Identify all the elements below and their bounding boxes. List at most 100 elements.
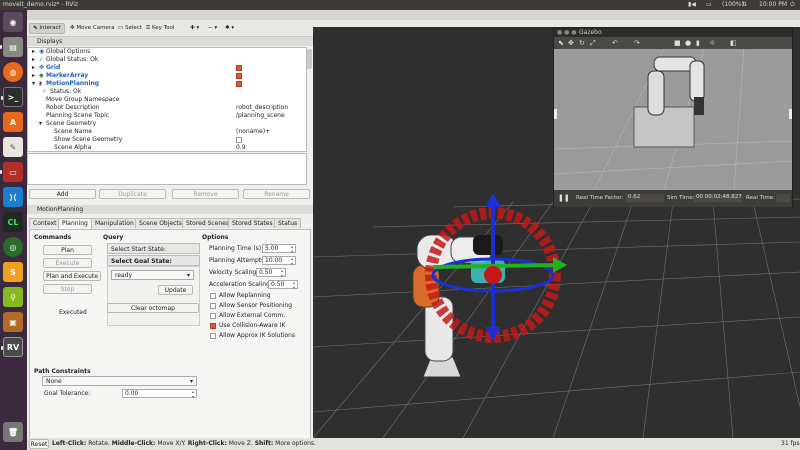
cylinder-shape-icon[interactable]: ▮ [696, 37, 700, 49]
goal-state-section[interactable]: Select Goal State: [107, 255, 200, 266]
execute-button[interactable]: Execute [43, 258, 92, 268]
vscode-icon[interactable]: ⟩⟨ [3, 187, 23, 207]
display-row[interactable]: ▸ ◆ MarkerArray [28, 72, 306, 80]
remove-button[interactable]: Remove [172, 189, 239, 199]
right-panel-handle[interactable] [789, 109, 792, 119]
rename-button[interactable]: Rename [243, 189, 310, 199]
power-icon[interactable]: ⏻ [790, 1, 795, 9]
terminal2-icon[interactable]: ▭ [0, 162, 23, 182]
editor-icon[interactable]: ✎ [3, 137, 23, 157]
plan-and-execute-button[interactable]: Plan and Execute [43, 271, 101, 281]
display-row[interactable]: ▸ ✓ Global Status: Ok [28, 56, 306, 64]
undo-icon[interactable]: ↶ [612, 37, 618, 49]
markerarray-enable-checkbox[interactable] [236, 73, 242, 79]
dash-icon[interactable]: ◉ [3, 12, 23, 32]
gazebo-viewport[interactable] [554, 49, 792, 190]
path-constraints-select[interactable]: None ▾ [42, 376, 197, 386]
acceleration-scaling-spinbox[interactable]: 0.50 [268, 280, 298, 290]
show-scene-geometry-checkbox[interactable] [236, 137, 242, 143]
displays-scrollbar[interactable] [307, 49, 312, 69]
software-icon[interactable]: A [3, 112, 23, 132]
display-row[interactable]: ▸ ✤ Grid [28, 64, 306, 72]
display-row[interactable]: ▾ Scene Geometry [28, 120, 306, 128]
expand-arrow-icon[interactable]: ▸ [32, 64, 35, 72]
sublime-icon[interactable]: S [3, 262, 23, 282]
move-camera-tool[interactable]: ✥ Move Camera [67, 23, 117, 34]
pause-icon[interactable]: ❚❚ [558, 194, 570, 202]
expand-arrow-icon[interactable]: ▸ [32, 72, 35, 80]
globe-icon[interactable]: ◎ [3, 237, 23, 257]
tab-stored-states[interactable]: Stored States [228, 218, 277, 228]
display-row[interactable]: Move Group Namespace [28, 96, 306, 104]
display-row[interactable]: ▾ ◗ MotionPlanning [28, 80, 306, 88]
battery-icon[interactable]: ▭ [706, 1, 712, 8]
trash-icon[interactable]: 🗑 [3, 422, 23, 442]
tab-stored-scenes[interactable]: Stored Scenes [182, 218, 233, 228]
clear-octomap-button[interactable]: Clear octomap [107, 303, 199, 313]
redo-icon[interactable]: ↷ [634, 37, 640, 49]
tab-manipulation[interactable]: Manipulation [91, 218, 138, 228]
allow-replanning-checkbox[interactable] [210, 293, 216, 299]
start-state-section[interactable]: Select Start State: [107, 243, 200, 254]
gazebo-window[interactable]: ● ● ● Gazebo ⬉ ✥ ↻ ⤢ ↶ ↷ ■ ● ▮ ☼ ◧ ❚❚ Re… [553, 27, 793, 207]
velocity-scaling-spinbox[interactable]: 0.50 [256, 268, 286, 278]
stop-button[interactable]: Stop [43, 284, 92, 294]
display-row[interactable]: Show Scene Geometry [28, 136, 306, 144]
tab-planning[interactable]: Planning [58, 218, 92, 229]
planning-attempts-spinbox[interactable]: 10.00 [262, 256, 296, 266]
tab-scene-objects[interactable]: Scene Objects [135, 218, 186, 228]
allow-external-comm-checkbox[interactable] [210, 313, 216, 319]
rotate-icon[interactable]: ↻ [579, 37, 585, 49]
firefox-icon[interactable]: ◍ [3, 62, 23, 82]
select-mode-icon[interactable]: ⬉ [558, 37, 564, 49]
light-icon[interactable]: ☼ [709, 37, 715, 49]
remove-tool-button[interactable]: − ▾ [205, 23, 220, 34]
box-shape-icon[interactable]: ■ [674, 37, 681, 49]
duplicate-button[interactable]: Duplicate [99, 189, 166, 199]
allow-sensor-positioning-checkbox[interactable] [210, 303, 216, 309]
goal-tolerance-spinbox[interactable]: 0.00 [122, 389, 197, 399]
tab-context[interactable]: Context [29, 218, 61, 228]
key-tool[interactable]: ⚿ Key Tool [143, 23, 177, 34]
search-app-icon[interactable]: ⚲ [3, 287, 23, 307]
clock[interactable]: 10:00 PM [759, 1, 787, 8]
expand-arrow-icon[interactable]: ▸ [32, 56, 35, 64]
display-row[interactable]: Scene Name (noname)+ [28, 128, 306, 136]
display-row[interactable]: Scene Alpha 0.9 [28, 144, 306, 151]
display-value[interactable]: robot_description [236, 104, 288, 112]
volume-icon[interactable]: ▮◀ [688, 1, 696, 8]
display-row[interactable]: ✓ Status: Ok [28, 88, 306, 96]
reset-button[interactable]: Reset [29, 439, 49, 449]
grid-enable-checkbox[interactable] [236, 65, 242, 71]
plan-button[interactable]: Plan [43, 245, 92, 255]
clion-icon[interactable]: CL [3, 212, 23, 232]
displays-tree[interactable]: ▸ ◉ Global Options ▸ ✓ Global Status: Ok ▸ ✤ G… [27, 47, 307, 152]
display-row[interactable]: ▸ ◉ Global Options [28, 48, 306, 56]
display-value[interactable]: (noname)+ [236, 128, 270, 136]
display-value[interactable]: 0.9 [236, 144, 246, 151]
goal-state-select[interactable]: ready ▾ [111, 270, 194, 280]
terminal-icon[interactable]: >_ [1, 87, 23, 107]
rviz-icon[interactable]: RV [1, 337, 23, 357]
update-button[interactable]: Update [158, 285, 193, 295]
interact-tool[interactable]: ⬉ Interact [29, 23, 65, 34]
collision-aware-ik-checkbox[interactable] [210, 323, 216, 329]
scale-icon[interactable]: ⤢ [590, 37, 596, 49]
tab-status[interactable]: Status [274, 218, 302, 228]
display-value[interactable]: /planning_scene [236, 112, 285, 120]
tool-options-button[interactable]: ✱ ▾ [222, 23, 237, 34]
motionplanning-enable-checkbox[interactable] [236, 81, 242, 87]
translate-icon[interactable]: ✥ [568, 37, 574, 49]
approx-ik-checkbox[interactable] [210, 333, 216, 339]
left-panel-handle[interactable] [554, 109, 557, 119]
select-tool[interactable]: ▭ Select [115, 23, 145, 34]
add-tool-button[interactable]: ✚ ▾ [187, 23, 202, 34]
expand-arrow-icon[interactable]: ▸ [32, 48, 35, 56]
box-icon[interactable]: ▣ [3, 312, 23, 332]
display-row[interactable]: Robot Description robot_description [28, 104, 306, 112]
files-icon[interactable]: ▤ [0, 37, 23, 57]
window-controls-icon[interactable]: ● ● ● [557, 28, 577, 37]
network-icon[interactable]: ⇅ [742, 1, 747, 8]
camera-icon[interactable]: ◧ [730, 37, 737, 49]
interactive-marker[interactable] [425, 193, 567, 343]
